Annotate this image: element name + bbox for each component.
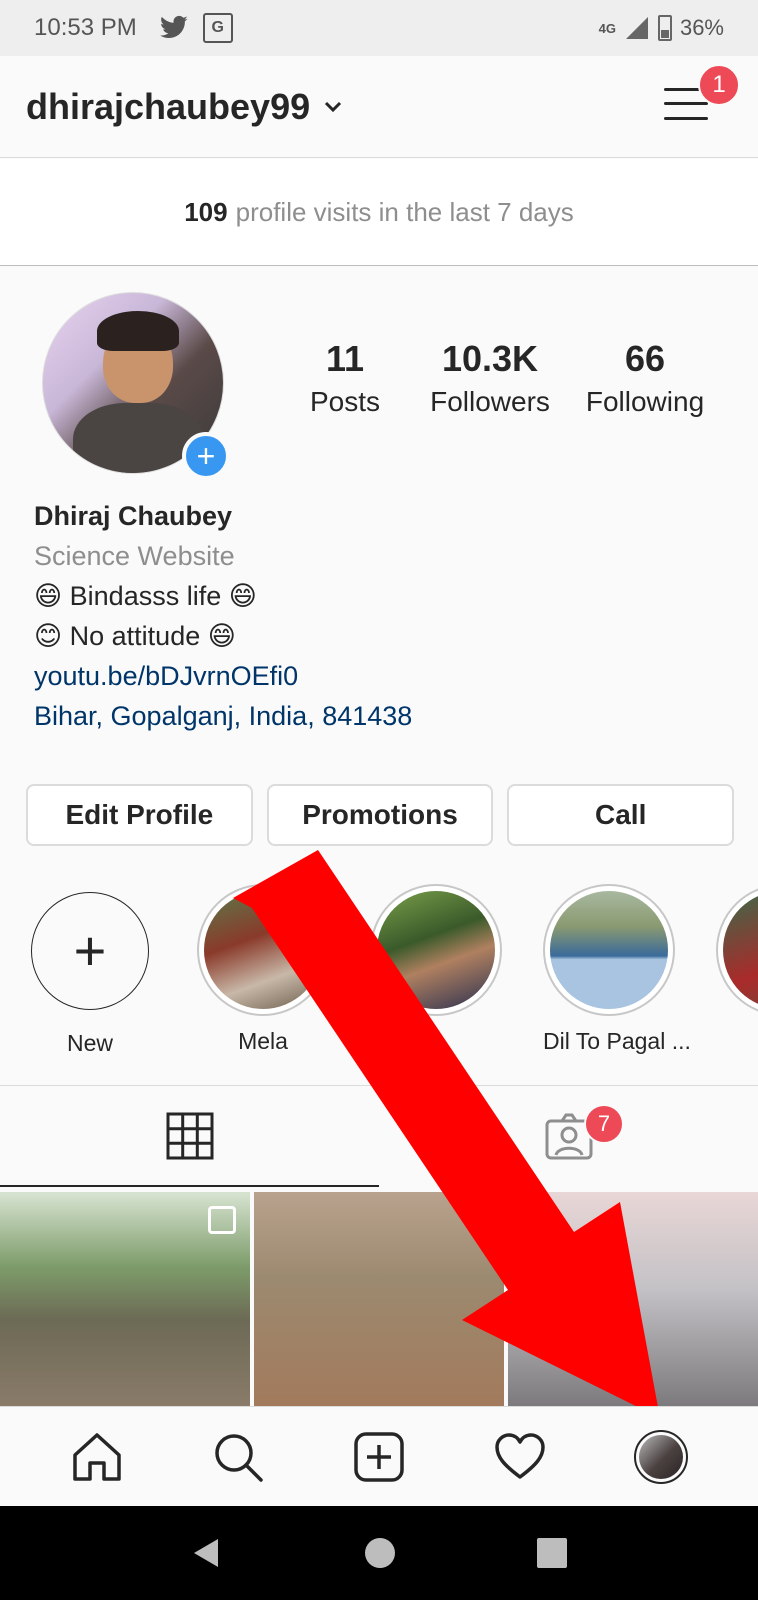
tab-grid[interactable] [0,1086,379,1187]
stat-following-label: Following [585,386,705,417]
profile-bio: Dhiraj Chaubey Science Website 😄 Bindass… [34,496,412,736]
promotions-button[interactable]: Promotions [266,784,494,846]
nav-profile[interactable] [631,1427,691,1487]
menu-notification-badge: 1 [698,64,740,106]
tagged-badge: 7 [584,1104,624,1144]
heart-icon [495,1432,545,1479]
status-notification-icons: G [159,13,233,43]
highlight-thumbnail [550,891,668,1009]
network-label: 4G [598,20,616,36]
new-highlight-circle: + [31,892,149,1010]
carousel-icon [208,1206,236,1234]
stat-posts-label: Posts [309,386,381,417]
grid-icon [166,1112,213,1159]
highlight-label: Dil To Pagal ... [543,1028,691,1054]
home-circle-icon[interactable] [364,1537,396,1569]
posts-grid [0,1192,758,1406]
profile-stats: 11 Posts 10.3K Followers 66 Following [280,338,730,418]
chevron-down-icon [325,101,342,112]
profile-tabs: 7 [0,1085,758,1187]
back-icon[interactable] [190,1536,224,1570]
visits-count: 109 [184,196,228,227]
add-post-icon [354,1431,404,1482]
signal-icon [625,17,648,39]
nav-new-post[interactable] [349,1427,409,1487]
status-time: 10:53 PM [34,14,137,41]
nav-activity[interactable] [490,1427,550,1487]
status-right: 4G 36% [599,15,724,41]
call-button[interactable]: Call [507,784,735,846]
nav-home[interactable] [67,1427,127,1487]
highlight-label: Mela [238,1028,288,1054]
highlight-thumbnail [204,891,322,1009]
highlight-mela[interactable]: Mela [197,884,329,1055]
stat-posts-num: 11 [325,338,365,379]
highlight-thumbnail [377,891,495,1009]
home-icon [72,1432,121,1481]
nav-search[interactable] [208,1427,268,1487]
profile-actions: Edit Profile Promotions Call [26,784,735,846]
post-thumbnail[interactable] [0,1192,250,1406]
highlight-label: Gy [716,1028,758,1055]
profile-link[interactable]: youtu.be/bDJvrnOEfi0 [34,656,412,696]
profile-location[interactable]: Bihar, Gopalganj, India, 841438 [34,696,412,736]
bottom-navigation [0,1406,758,1506]
profile-header: dhirajchaubey99 1 [0,56,758,158]
visits-text: profile visits in the last 7 days [235,196,574,227]
highlight-3[interactable] [370,884,502,1028]
bio-line-2: 😊 No attitude 😄 [34,621,236,651]
profile-avatar-icon [634,1429,689,1484]
highlight-dil-to-pagal[interactable]: Dil To Pagal ... [543,884,691,1055]
post-thumbnail[interactable] [254,1192,504,1406]
highlight-5[interactable]: Gy [716,884,758,1055]
recents-icon[interactable] [536,1537,568,1569]
battery-icon [657,15,672,41]
search-icon [215,1433,263,1482]
battery-percent: 36% [679,15,724,40]
username-label: dhirajchaubey99 [26,85,311,127]
account-switcher[interactable]: dhirajchaubey99 [26,86,342,128]
highlight-new[interactable]: + New [24,884,156,1057]
stat-following[interactable]: 66 Following [570,338,720,418]
stat-followers-num: 10.3K [441,338,539,379]
twitter-icon [159,15,188,38]
highlight-thumbnail [723,891,758,1009]
stat-followers[interactable]: 10.3K Followers [410,338,570,418]
system-navigation-bar [0,1506,758,1600]
highlight-label: New [66,1030,113,1056]
profile-name: Dhiraj Chaubey [34,501,233,531]
edit-profile-button[interactable]: Edit Profile [26,784,253,846]
tab-tagged[interactable]: 7 [379,1086,758,1187]
bio-line-1: 😄 Bindasss life 😄 [34,581,257,611]
stat-posts[interactable]: 11 Posts [280,338,410,418]
status-bar: 10:53 PM G 4G 36% [0,0,758,56]
translate-icon: G [202,13,233,43]
add-story-icon[interactable]: + [182,432,230,480]
plus-icon: + [73,919,107,982]
story-highlights: + New Mela Dil To Pagal ... Gy [0,884,758,1064]
post-thumbnail[interactable] [508,1192,758,1406]
profile-visits-banner[interactable]: 109 profile visits in the last 7 days [0,159,758,266]
stat-followers-label: Followers [430,386,550,417]
profile-category: Science Website [34,541,235,571]
stat-following-num: 66 [624,338,666,379]
